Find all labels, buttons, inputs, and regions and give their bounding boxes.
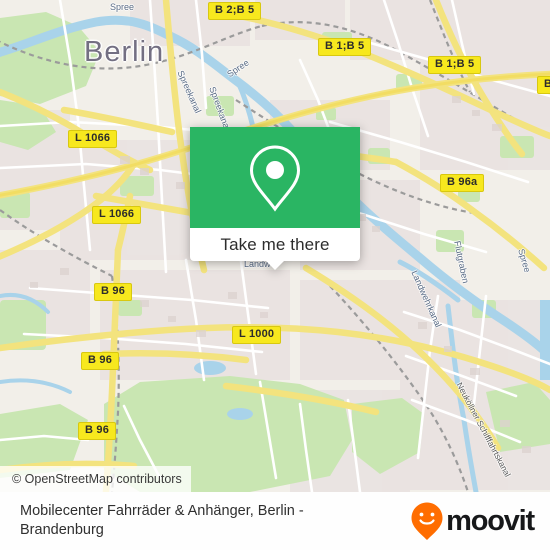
road-shield: B 1;B 5 <box>318 38 372 56</box>
popup-pointer-tail <box>265 260 285 270</box>
osm-attribution[interactable]: © OpenStreetMap contributors <box>0 466 191 492</box>
road-shield: B 96 <box>78 422 117 440</box>
moovit-pin-smiley-icon <box>411 502 443 540</box>
moovit-wordmark: moovit <box>446 504 535 537</box>
road-shield: B 96 <box>94 283 133 301</box>
map-canvas[interactable]: Berlin Spree Spree Spreekanal Spreekanal… <box>0 0 550 492</box>
road-shield: B 96 <box>81 352 120 370</box>
footer-bar: Mobilecenter Fahrräder & Anhänger, Berli… <box>0 492 550 550</box>
moovit-map-screenshot: Berlin Spree Spree Spreekanal Spreekanal… <box>0 0 550 550</box>
place-popup-card[interactable]: Take me there <box>190 127 360 270</box>
map-pin-icon <box>249 144 301 212</box>
map-water-label: Spree <box>110 2 135 12</box>
moovit-logo[interactable]: moovit <box>410 501 535 541</box>
road-shield: B 1;B 5 <box>428 56 482 74</box>
map-city-label: Berlin <box>84 36 165 68</box>
road-shield: L 1066 <box>92 206 142 224</box>
popup-cta-container[interactable]: Take me there <box>190 228 360 270</box>
road-shield: B 2;B 5 <box>208 2 262 20</box>
road-shield: L 1066 <box>68 130 118 148</box>
take-me-there-label: Take me there <box>220 234 330 254</box>
popup-image-placeholder <box>190 127 360 228</box>
road-shield: L 1000 <box>232 326 282 344</box>
road-shield: B <box>537 76 550 94</box>
place-title: Mobilecenter Fahrräder & Anhänger, Berli… <box>20 503 304 538</box>
road-shield: B 96a <box>440 174 485 192</box>
